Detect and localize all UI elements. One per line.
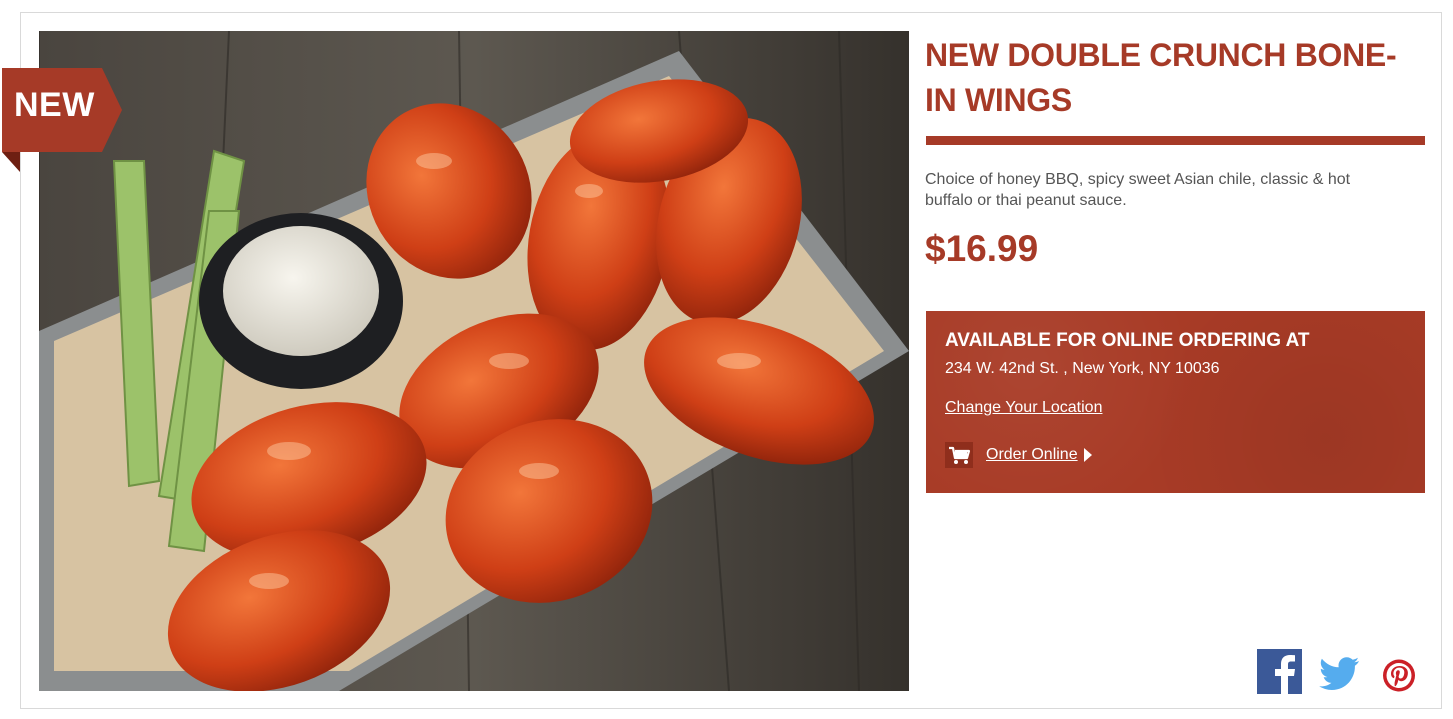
- product-description: Choice of honey BBQ, spicy sweet Asian c…: [925, 171, 1351, 209]
- product-photo: [39, 31, 909, 691]
- ordering-heading: AVAILABLE FOR ONLINE ORDERING AT: [945, 330, 1310, 351]
- pinterest-icon[interactable]: [1382, 653, 1416, 698]
- store-address: 234 W. 42nd St. , New York, NY 10036: [945, 360, 1220, 377]
- new-badge: NEW: [2, 68, 122, 172]
- cart-icon: [945, 442, 973, 468]
- wings-photo: [39, 31, 909, 691]
- new-badge-label: NEW: [14, 86, 95, 124]
- online-ordering-panel: AVAILABLE FOR ONLINE ORDERING AT 234 W. …: [926, 311, 1425, 493]
- title-divider: [926, 136, 1425, 145]
- twitter-icon[interactable]: [1318, 649, 1360, 694]
- order-online-label: Order Online: [986, 446, 1078, 463]
- change-location-link[interactable]: Change Your Location: [945, 399, 1102, 417]
- caret-right-icon: [1083, 448, 1092, 462]
- product-price: $16.99: [925, 228, 1039, 269]
- facebook-icon[interactable]: [1257, 649, 1302, 694]
- order-online-link[interactable]: Order Online: [945, 442, 1092, 468]
- product-title: NEW DOUBLE CRUNCH BONE-IN WINGS: [925, 37, 1397, 118]
